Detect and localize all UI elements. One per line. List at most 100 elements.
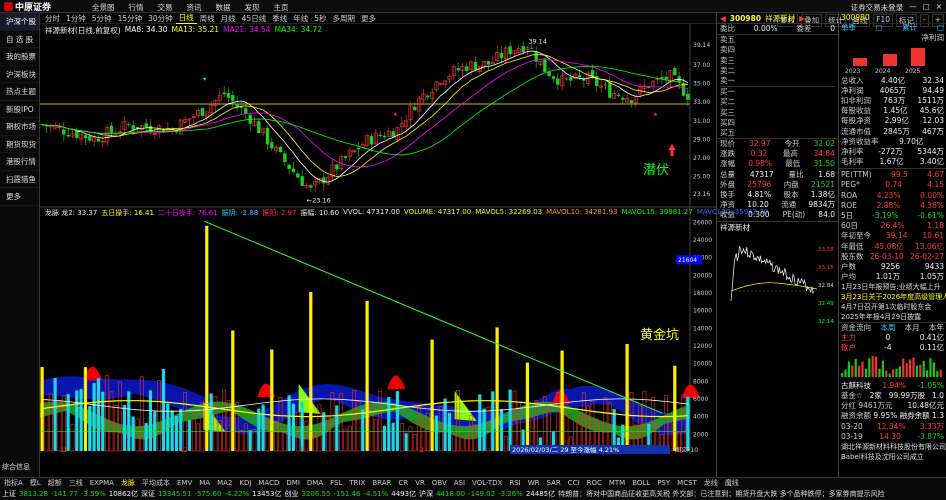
index-name[interactable]: 创业 — [285, 489, 299, 500]
candle-body — [96, 138, 101, 142]
indicator-tab[interactable]: 平均成本 — [140, 478, 172, 489]
indicator-tab[interactable]: OBV — [430, 478, 449, 489]
index-cell: 2.88% — [876, 200, 901, 210]
sidebar-item[interactable]: 期货现货 — [0, 136, 39, 153]
quote-panel: ◀ 300980 祥源新材 ▶ 委比 0.00% 委差 0 卖五 卖四 卖三 卖二 卖一… — [716, 13, 838, 477]
menu-item[interactable]: 行情 — [129, 2, 144, 13]
news-item[interactable]: 1月23日年报预告:业绩大幅上升 — [839, 282, 946, 292]
indicator-tab[interactable]: BRAR — [370, 478, 393, 489]
indicator-tab[interactable]: SAR — [545, 478, 563, 489]
period-tab[interactable]: 多周期 — [329, 13, 358, 24]
menu-item[interactable]: 全景图 — [92, 2, 115, 13]
indicator-tab[interactable]: ROC — [585, 478, 604, 489]
indicator-tab[interactable]: MACD — [256, 478, 281, 489]
indicator-tab[interactable]: DMA — [305, 478, 325, 489]
moneyflow-tab[interactable]: 本年 — [929, 323, 944, 332]
period-tab[interactable]: 月线 — [218, 13, 239, 24]
indicator-tab[interactable]: TRIX — [347, 478, 367, 489]
sidebar-item[interactable]: 沪深板块 — [0, 66, 39, 83]
sidebar-item[interactable]: 港股行情 — [0, 153, 39, 171]
menu-item[interactable]: 交易 — [158, 2, 173, 13]
moneyflow-tab[interactable]: 本月 — [905, 323, 920, 332]
period-tab[interactable]: 更多 — [358, 13, 379, 24]
sector-row[interactable]: 古麒科技 1.94% -1.05% — [839, 381, 946, 391]
info-tab[interactable]: □ — [937, 23, 944, 33]
indicator-tab[interactable]: EMV — [175, 478, 194, 489]
indicator-tab[interactable]: MCST — [675, 478, 699, 489]
period-tab[interactable]: 30分钟 — [145, 13, 176, 24]
sidebar-item[interactable]: 自 选 股 — [0, 31, 39, 48]
sidebar-bottom-label[interactable]: 综合信息 — [0, 462, 40, 472]
window-button[interactable]: — — [909, 2, 917, 13]
sidebar-item[interactable]: 沪深个股 — [0, 13, 39, 31]
next-arrow-icon[interactable]: ▶ — [799, 14, 805, 23]
period-tab[interactable]: 季线 — [269, 13, 290, 24]
intraday-mini-chart[interactable]: 33.58 33.15 32.84 32.49 32.14 — [717, 231, 838, 333]
period-tab[interactable]: 5秒 — [311, 13, 329, 24]
login-status[interactable]: 证券交易未登录 — [851, 2, 904, 13]
indicator-tab[interactable]: MA2 — [215, 478, 234, 489]
kline-chart[interactable]: 39.14 ←23.16 潜伏 39.14 37.00 35.00 33.00 31.00 29… — [40, 24, 716, 454]
sidebar-item[interactable]: 期权市场 — [0, 118, 39, 136]
sidebar-item[interactable]: 热点主题 — [0, 83, 39, 101]
period-tab[interactable]: 45日线 — [239, 13, 270, 24]
news-ticker[interactable]: 特朗普：将对中国商品征收更高关税 外交部：已注意到；期货开盘大跌 多个品种跌停；… — [558, 489, 884, 500]
index-name[interactable]: 沪深 — [419, 489, 433, 500]
volume-bar — [153, 411, 157, 451]
info-tab[interactable]: 单季 — [841, 23, 856, 33]
period-tab[interactable]: 1分钟 — [63, 13, 89, 24]
indicator-tab[interactable]: MA — [197, 478, 212, 489]
info-tab[interactable]: 累计 — [902, 23, 917, 33]
flow-bar — [919, 364, 922, 377]
indicator-tab[interactable]: RSI — [507, 478, 522, 489]
bid-row: 买一 — [720, 87, 835, 97]
period-tab[interactable]: 15分钟 — [115, 13, 146, 24]
index-name[interactable]: 上证 — [2, 489, 16, 500]
indicator-tab[interactable]: 龙脉 — [119, 478, 137, 489]
indicator-tab[interactable]: VOL-TDX — [470, 478, 504, 489]
menu-item[interactable]: 发现 — [245, 2, 260, 13]
indicator-tab[interactable]: FSL — [328, 478, 344, 489]
indicator-tab[interactable]: EXPMA — [88, 478, 116, 489]
ask-row: 卖五 — [720, 35, 835, 45]
info-tab[interactable]: □ — [876, 23, 883, 33]
menu-item[interactable]: 数据 — [216, 2, 231, 13]
period-tab[interactable]: 年线 — [290, 13, 311, 24]
indicator-tab[interactable]: MTM — [607, 478, 627, 489]
indicator-tab[interactable]: 模L — [28, 478, 43, 489]
indicator-tab[interactable]: WR — [526, 478, 542, 489]
indicator-tab[interactable]: VR — [413, 478, 427, 489]
indicator-tab[interactable]: CCI — [566, 478, 582, 489]
period-tab[interactable]: 分时 — [42, 13, 63, 24]
indicator-tab[interactable]: KDJ — [237, 478, 253, 489]
volume-bar — [101, 391, 105, 451]
sidebar-item[interactable]: 扫霞猎鱼 — [0, 171, 39, 188]
news-item[interactable]: 4月7日召开第1次临时股东会 — [839, 302, 946, 312]
sidebar-item[interactable]: 新股IPO — [0, 101, 39, 118]
indicator-tab[interactable]: 三线 — [67, 478, 85, 489]
period-tab[interactable]: 5分钟 — [89, 13, 115, 24]
period-tab[interactable]: 日线 — [175, 12, 197, 24]
sidebar-item[interactable]: 我的股票 — [0, 48, 39, 66]
news-item[interactable]: 3月23日关于2026年度高级管理人... — [839, 292, 946, 302]
sidebar-item[interactable]: 更多 — [0, 188, 39, 206]
candle-body — [300, 176, 304, 186]
indicator-tab[interactable]: BOLL — [630, 478, 652, 489]
menu-item[interactable]: 主页 — [274, 2, 289, 13]
index-name[interactable]: 深证 — [141, 489, 155, 500]
indicator-tab[interactable]: CR — [396, 478, 410, 489]
index-cell: 0.00% — [920, 190, 944, 200]
window-button[interactable]: × — [936, 2, 942, 13]
window-button[interactable]: □ — [923, 2, 930, 13]
indicator-tab[interactable]: 魔线 — [723, 478, 741, 489]
indicator-tab[interactable]: DMI — [284, 478, 302, 489]
indicator-tab[interactable]: ASI — [452, 478, 467, 489]
indicator-tab[interactable]: 指标A — [2, 478, 25, 489]
prev-arrow-icon[interactable]: ◀ — [720, 14, 726, 23]
indicator-tab[interactable]: PSY — [655, 478, 672, 489]
indicator-tab[interactable]: 龙线 — [702, 478, 720, 489]
moneyflow-tab[interactable]: 本周 — [880, 323, 895, 332]
indicator-tab[interactable]: 超额 — [46, 478, 64, 489]
period-tab[interactable]: 周线 — [197, 13, 218, 24]
news-item[interactable]: 2025年年报4月29日披露 — [839, 312, 946, 322]
